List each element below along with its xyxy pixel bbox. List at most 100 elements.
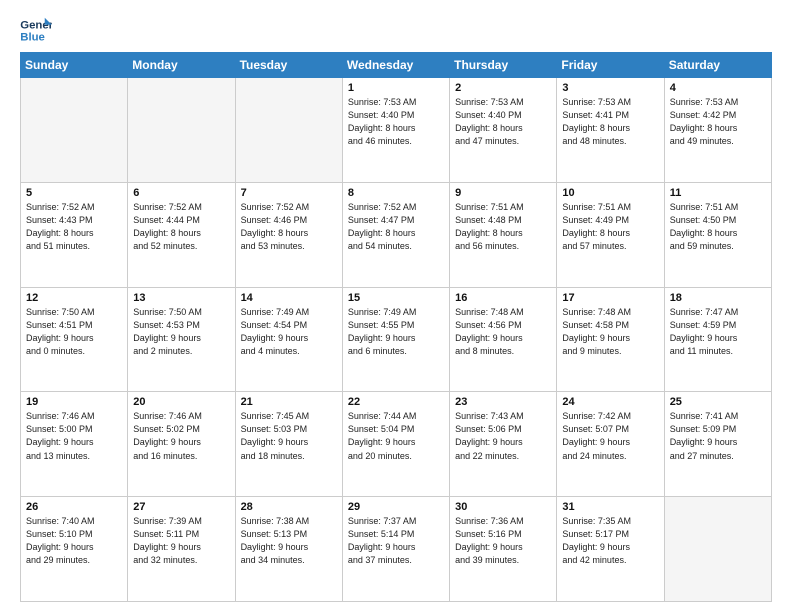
day-number: 30 [455, 501, 551, 513]
day-info: Sunrise: 7:52 AM Sunset: 4:44 PM Dayligh… [133, 201, 229, 253]
day-number: 22 [348, 396, 444, 408]
day-info: Sunrise: 7:52 AM Sunset: 4:47 PM Dayligh… [348, 201, 444, 253]
calendar-cell [235, 78, 342, 183]
day-info: Sunrise: 7:53 AM Sunset: 4:42 PM Dayligh… [670, 96, 766, 148]
day-number: 9 [455, 187, 551, 199]
calendar-cell: 13 Sunrise: 7:50 AM Sunset: 4:53 PM Dayli… [128, 287, 235, 392]
day-number: 6 [133, 187, 229, 199]
day-number: 17 [562, 292, 658, 304]
calendar-cell: 6 Sunrise: 7:52 AM Sunset: 4:44 PM Daylig… [128, 182, 235, 287]
day-info: Sunrise: 7:35 AM Sunset: 5:17 PM Dayligh… [562, 515, 658, 567]
calendar-cell: 7Sunrise: 7:52 AM Sunset: 4:46 PM Daylig… [235, 182, 342, 287]
day-info: Sunrise: 7:36 AM Sunset: 5:16 PM Dayligh… [455, 515, 551, 567]
day-number: 25 [670, 396, 766, 408]
day-info: Sunrise: 7:53 AM Sunset: 4:41 PM Dayligh… [562, 96, 658, 148]
day-info: Sunrise: 7:52 AM Sunset: 4:46 PM Dayligh… [241, 201, 337, 253]
day-info: Sunrise: 7:49 AM Sunset: 4:55 PM Dayligh… [348, 306, 444, 358]
calendar-cell [664, 497, 771, 602]
calendar-cell [128, 78, 235, 183]
week-row-5: 26 Sunrise: 7:40 AM Sunset: 5:10 PM Dayli… [21, 497, 772, 602]
calendar-cell: 21 Sunrise: 7:45 AM Sunset: 5:03 PM Dayli… [235, 392, 342, 497]
day-number: 11 [670, 187, 766, 199]
day-number: 27 [133, 501, 229, 513]
day-info: Sunrise: 7:39 AM Sunset: 5:11 PM Dayligh… [133, 515, 229, 567]
weekday-header-monday: Monday [128, 53, 235, 78]
day-info: Sunrise: 7:53 AM Sunset: 4:40 PM Dayligh… [348, 96, 444, 148]
calendar-cell: 15 Sunrise: 7:49 AM Sunset: 4:55 PM Dayli… [342, 287, 449, 392]
calendar-cell: 5 Sunrise: 7:52 AM Sunset: 4:43 PM Daylig… [21, 182, 128, 287]
day-info: Sunrise: 7:48 AM Sunset: 4:56 PM Dayligh… [455, 306, 551, 358]
day-number: 1 [348, 82, 444, 94]
day-number: 16 [455, 292, 551, 304]
day-number: 13 [133, 292, 229, 304]
day-number: 19 [26, 396, 122, 408]
day-number: 15 [348, 292, 444, 304]
day-info: Sunrise: 7:43 AM Sunset: 5:06 PM Dayligh… [455, 410, 551, 462]
calendar-cell: 20 Sunrise: 7:46 AM Sunset: 5:02 PM Dayli… [128, 392, 235, 497]
week-row-4: 19 Sunrise: 7:46 AM Sunset: 5:00 PM Dayli… [21, 392, 772, 497]
day-info: Sunrise: 7:51 AM Sunset: 4:48 PM Dayligh… [455, 201, 551, 253]
calendar-cell: 1 Sunrise: 7:53 AM Sunset: 4:40 PM Daylig… [342, 78, 449, 183]
day-number: 3 [562, 82, 658, 94]
calendar-cell: 14 Sunrise: 7:49 AM Sunset: 4:54 PM Dayli… [235, 287, 342, 392]
calendar-page: General Blue SundayMondayTuesdayWednesda… [0, 0, 792, 612]
day-number: 4 [670, 82, 766, 94]
calendar-cell: 23 Sunrise: 7:43 AM Sunset: 5:06 PM Dayli… [450, 392, 557, 497]
weekday-header-sunday: Sunday [21, 53, 128, 78]
day-info: Sunrise: 7:45 AM Sunset: 5:03 PM Dayligh… [241, 410, 337, 462]
weekday-header-friday: Friday [557, 53, 664, 78]
weekday-header-wednesday: Wednesday [342, 53, 449, 78]
weekday-header-tuesday: Tuesday [235, 53, 342, 78]
calendar-cell: 12 Sunrise: 7:50 AM Sunset: 4:51 PM Dayli… [21, 287, 128, 392]
day-info: Sunrise: 7:40 AM Sunset: 5:10 PM Dayligh… [26, 515, 122, 567]
day-info: Sunrise: 7:49 AM Sunset: 4:54 PM Dayligh… [241, 306, 337, 358]
day-info: Sunrise: 7:53 AM Sunset: 4:40 PM Dayligh… [455, 96, 551, 148]
weekday-header-thursday: Thursday [450, 53, 557, 78]
calendar-cell: 9 Sunrise: 7:51 AM Sunset: 4:48 PM Daylig… [450, 182, 557, 287]
calendar-cell: 19 Sunrise: 7:46 AM Sunset: 5:00 PM Dayli… [21, 392, 128, 497]
day-number: 12 [26, 292, 122, 304]
day-number: 24 [562, 396, 658, 408]
weekday-header-row: SundayMondayTuesdayWednesdayThursdayFrid… [21, 53, 772, 78]
day-info: Sunrise: 7:51 AM Sunset: 4:50 PM Dayligh… [670, 201, 766, 253]
calendar-cell: 29Sunrise: 7:37 AM Sunset: 5:14 PM Dayli… [342, 497, 449, 602]
day-number: 14 [241, 292, 337, 304]
day-number: 18 [670, 292, 766, 304]
calendar-cell: 18Sunrise: 7:47 AM Sunset: 4:59 PM Dayli… [664, 287, 771, 392]
weekday-header-saturday: Saturday [664, 53, 771, 78]
calendar-cell: 16 Sunrise: 7:48 AM Sunset: 4:56 PM Dayli… [450, 287, 557, 392]
calendar-cell: 4 Sunrise: 7:53 AM Sunset: 4:42 PM Daylig… [664, 78, 771, 183]
day-number: 21 [241, 396, 337, 408]
calendar-cell: 25Sunrise: 7:41 AM Sunset: 5:09 PM Dayli… [664, 392, 771, 497]
logo: General Blue [20, 16, 52, 44]
day-number: 28 [241, 501, 337, 513]
calendar-cell: 8 Sunrise: 7:52 AM Sunset: 4:47 PM Daylig… [342, 182, 449, 287]
calendar-cell: 31Sunrise: 7:35 AM Sunset: 5:17 PM Dayli… [557, 497, 664, 602]
calendar-cell: 26 Sunrise: 7:40 AM Sunset: 5:10 PM Dayli… [21, 497, 128, 602]
day-number: 20 [133, 396, 229, 408]
day-info: Sunrise: 7:52 AM Sunset: 4:43 PM Dayligh… [26, 201, 122, 253]
day-number: 8 [348, 187, 444, 199]
day-info: Sunrise: 7:46 AM Sunset: 5:00 PM Dayligh… [26, 410, 122, 462]
week-row-1: 1 Sunrise: 7:53 AM Sunset: 4:40 PM Daylig… [21, 78, 772, 183]
calendar-cell [21, 78, 128, 183]
calendar-cell: 2Sunrise: 7:53 AM Sunset: 4:40 PM Daylig… [450, 78, 557, 183]
day-number: 5 [26, 187, 122, 199]
day-number: 26 [26, 501, 122, 513]
day-info: Sunrise: 7:38 AM Sunset: 5:13 PM Dayligh… [241, 515, 337, 567]
day-info: Sunrise: 7:37 AM Sunset: 5:14 PM Dayligh… [348, 515, 444, 567]
calendar-cell: 10Sunrise: 7:51 AM Sunset: 4:49 PM Dayli… [557, 182, 664, 287]
calendar-cell: 3 Sunrise: 7:53 AM Sunset: 4:41 PM Daylig… [557, 78, 664, 183]
week-row-2: 5 Sunrise: 7:52 AM Sunset: 4:43 PM Daylig… [21, 182, 772, 287]
header: General Blue [20, 16, 772, 44]
day-info: Sunrise: 7:50 AM Sunset: 4:53 PM Dayligh… [133, 306, 229, 358]
calendar-cell: 24Sunrise: 7:42 AM Sunset: 5:07 PM Dayli… [557, 392, 664, 497]
day-number: 23 [455, 396, 551, 408]
calendar-cell: 17 Sunrise: 7:48 AM Sunset: 4:58 PM Dayli… [557, 287, 664, 392]
day-info: Sunrise: 7:50 AM Sunset: 4:51 PM Dayligh… [26, 306, 122, 358]
week-row-3: 12 Sunrise: 7:50 AM Sunset: 4:51 PM Dayli… [21, 287, 772, 392]
day-info: Sunrise: 7:46 AM Sunset: 5:02 PM Dayligh… [133, 410, 229, 462]
day-number: 10 [562, 187, 658, 199]
day-info: Sunrise: 7:48 AM Sunset: 4:58 PM Dayligh… [562, 306, 658, 358]
calendar-cell: 27 Sunrise: 7:39 AM Sunset: 5:11 PM Dayli… [128, 497, 235, 602]
